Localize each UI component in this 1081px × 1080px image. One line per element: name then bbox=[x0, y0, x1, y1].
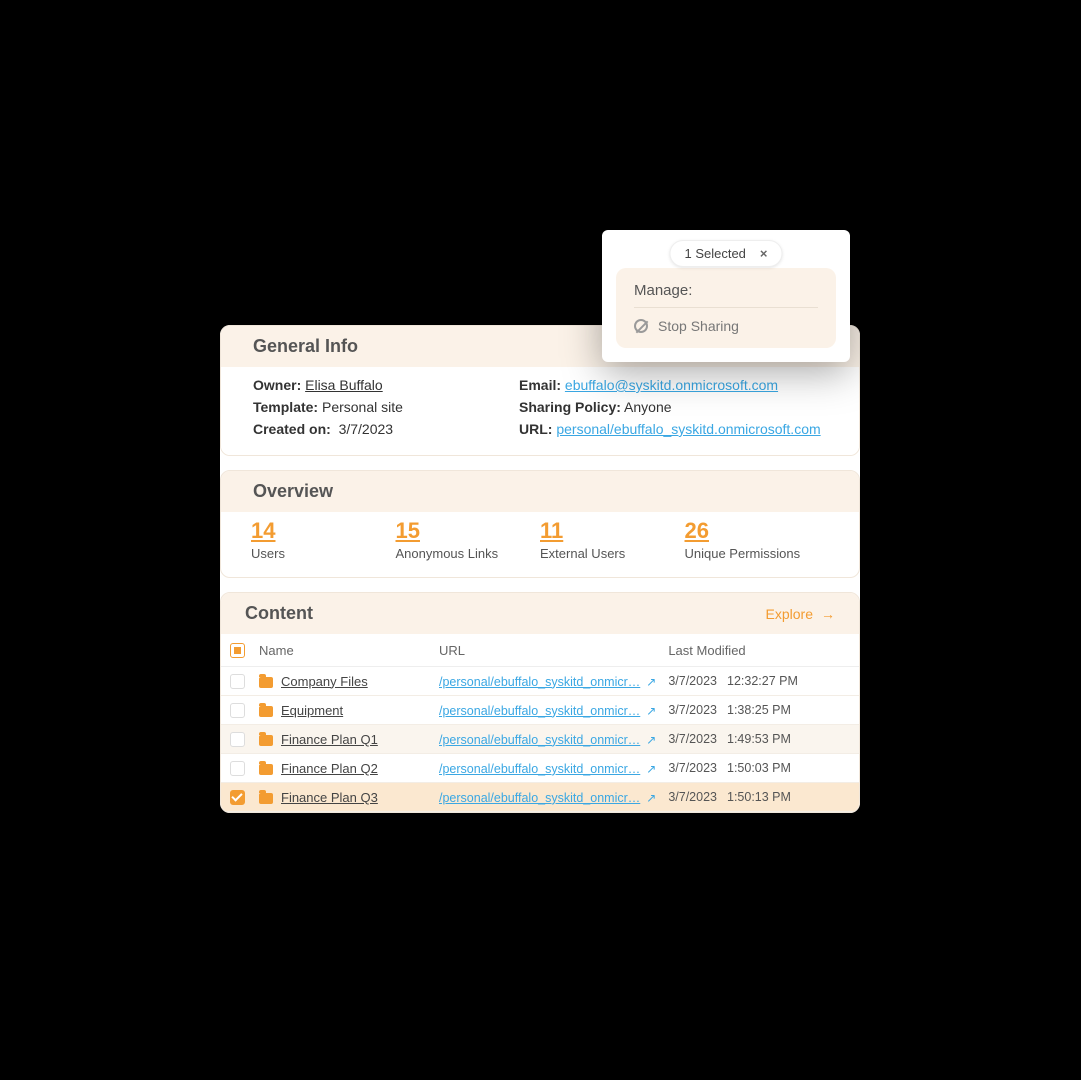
metric-1[interactable]: 15 Anonymous Links bbox=[396, 518, 541, 561]
row-checkbox[interactable] bbox=[230, 732, 245, 747]
folder-icon bbox=[259, 677, 273, 688]
template-label: Template: bbox=[253, 399, 318, 415]
stop-sharing-label: Stop Sharing bbox=[658, 318, 739, 334]
policy-value: Anyone bbox=[624, 399, 671, 415]
item-url-link[interactable]: /personal/ebuffalo_syskitd_onmicr… bbox=[439, 791, 640, 805]
metric-label: Anonymous Links bbox=[396, 546, 541, 561]
item-url-link[interactable]: /personal/ebuffalo_syskitd_onmicr… bbox=[439, 762, 640, 776]
table-row[interactable]: Equipment/personal/ebuffalo_syskitd_onmi… bbox=[221, 696, 859, 725]
selection-panel: 1 Selected × Manage: Stop Sharing bbox=[602, 230, 850, 362]
folder-icon bbox=[259, 735, 273, 746]
item-modified: 3/7/202312:32:27 PM bbox=[662, 667, 859, 696]
metric-value[interactable]: 14 bbox=[251, 518, 396, 544]
arrow-right-icon: → bbox=[821, 606, 835, 622]
url-label: URL: bbox=[519, 421, 552, 437]
item-name[interactable]: Finance Plan Q3 bbox=[281, 790, 378, 805]
metric-value[interactable]: 11 bbox=[540, 518, 685, 544]
owner-value[interactable]: Elisa Buffalo bbox=[305, 377, 383, 393]
overview-title: Overview bbox=[221, 471, 859, 512]
open-external-icon[interactable]: ↗ bbox=[646, 733, 656, 747]
manage-box: Manage: Stop Sharing bbox=[616, 268, 836, 348]
metric-3[interactable]: 26 Unique Permissions bbox=[685, 518, 830, 561]
col-name[interactable]: Name bbox=[253, 634, 433, 667]
created-value: 3/7/2023 bbox=[339, 421, 394, 437]
item-name[interactable]: Company Files bbox=[281, 674, 368, 689]
row-checkbox[interactable] bbox=[230, 761, 245, 776]
col-modified[interactable]: Last Modified bbox=[662, 634, 859, 667]
created-label: Created on: bbox=[253, 421, 331, 437]
item-modified: 3/7/20231:50:13 PM bbox=[662, 783, 859, 812]
folder-icon bbox=[259, 706, 273, 717]
open-external-icon[interactable]: ↗ bbox=[646, 675, 656, 689]
stop-sharing-action[interactable]: Stop Sharing bbox=[634, 307, 818, 334]
template-value: Personal site bbox=[322, 399, 403, 415]
row-checkbox[interactable] bbox=[230, 674, 245, 689]
content-title: Content bbox=[245, 603, 313, 624]
table-row[interactable]: Finance Plan Q2/personal/ebuffalo_syskit… bbox=[221, 754, 859, 783]
folder-icon bbox=[259, 793, 273, 804]
item-name[interactable]: Equipment bbox=[281, 703, 343, 718]
table-row[interactable]: Finance Plan Q1/personal/ebuffalo_syskit… bbox=[221, 725, 859, 754]
content-section: Content Explore → Name URL Last Modified… bbox=[220, 592, 860, 813]
site-url-link[interactable]: personal/ebuffalo_syskitd.onmicrosoft.co… bbox=[556, 421, 820, 437]
main-card: General Info Owner: Elisa Buffalo Email:… bbox=[220, 325, 860, 813]
selection-count: 1 Selected bbox=[684, 246, 745, 261]
explore-label: Explore bbox=[766, 606, 813, 622]
close-icon[interactable]: × bbox=[760, 246, 768, 261]
folder-icon bbox=[259, 764, 273, 775]
item-modified: 3/7/20231:50:03 PM bbox=[662, 754, 859, 783]
selection-pill: 1 Selected × bbox=[669, 240, 782, 267]
table-row[interactable]: Company Files/personal/ebuffalo_syskitd_… bbox=[221, 667, 859, 696]
item-url-link[interactable]: /personal/ebuffalo_syskitd_onmicr… bbox=[439, 704, 640, 718]
open-external-icon[interactable]: ↗ bbox=[646, 704, 656, 718]
owner-label: Owner: bbox=[253, 377, 301, 393]
item-modified: 3/7/20231:49:53 PM bbox=[662, 725, 859, 754]
row-checkbox[interactable] bbox=[230, 790, 245, 805]
metric-label: Unique Permissions bbox=[685, 546, 830, 561]
row-checkbox[interactable] bbox=[230, 703, 245, 718]
col-url[interactable]: URL bbox=[433, 634, 662, 667]
policy-label: Sharing Policy: bbox=[519, 399, 621, 415]
explore-button[interactable]: Explore → bbox=[766, 606, 835, 622]
metric-label: Users bbox=[251, 546, 396, 561]
metric-value[interactable]: 26 bbox=[685, 518, 830, 544]
content-table: Name URL Last Modified Company Files/per… bbox=[221, 634, 859, 812]
item-url-link[interactable]: /personal/ebuffalo_syskitd_onmicr… bbox=[439, 733, 640, 747]
open-external-icon[interactable]: ↗ bbox=[646, 762, 656, 776]
open-external-icon[interactable]: ↗ bbox=[646, 791, 656, 805]
table-row[interactable]: Finance Plan Q3/personal/ebuffalo_syskit… bbox=[221, 783, 859, 812]
metric-2[interactable]: 11 External Users bbox=[540, 518, 685, 561]
metric-0[interactable]: 14 Users bbox=[251, 518, 396, 561]
metric-value[interactable]: 15 bbox=[396, 518, 541, 544]
overview-section: Overview 14 Users15 Anonymous Links 11 Exter… bbox=[220, 470, 860, 578]
item-modified: 3/7/20231:38:25 PM bbox=[662, 696, 859, 725]
item-url-link[interactable]: /personal/ebuffalo_syskitd_onmicr… bbox=[439, 675, 640, 689]
select-all-checkbox[interactable] bbox=[230, 643, 245, 658]
manage-title: Manage: bbox=[634, 282, 818, 299]
item-name[interactable]: Finance Plan Q2 bbox=[281, 761, 378, 776]
metric-label: External Users bbox=[540, 546, 685, 561]
email-link[interactable]: ebuffalo@syskitd.onmicrosoft.com bbox=[565, 377, 778, 393]
email-label: Email: bbox=[519, 377, 561, 393]
item-name[interactable]: Finance Plan Q1 bbox=[281, 732, 378, 747]
ban-icon bbox=[634, 319, 648, 333]
